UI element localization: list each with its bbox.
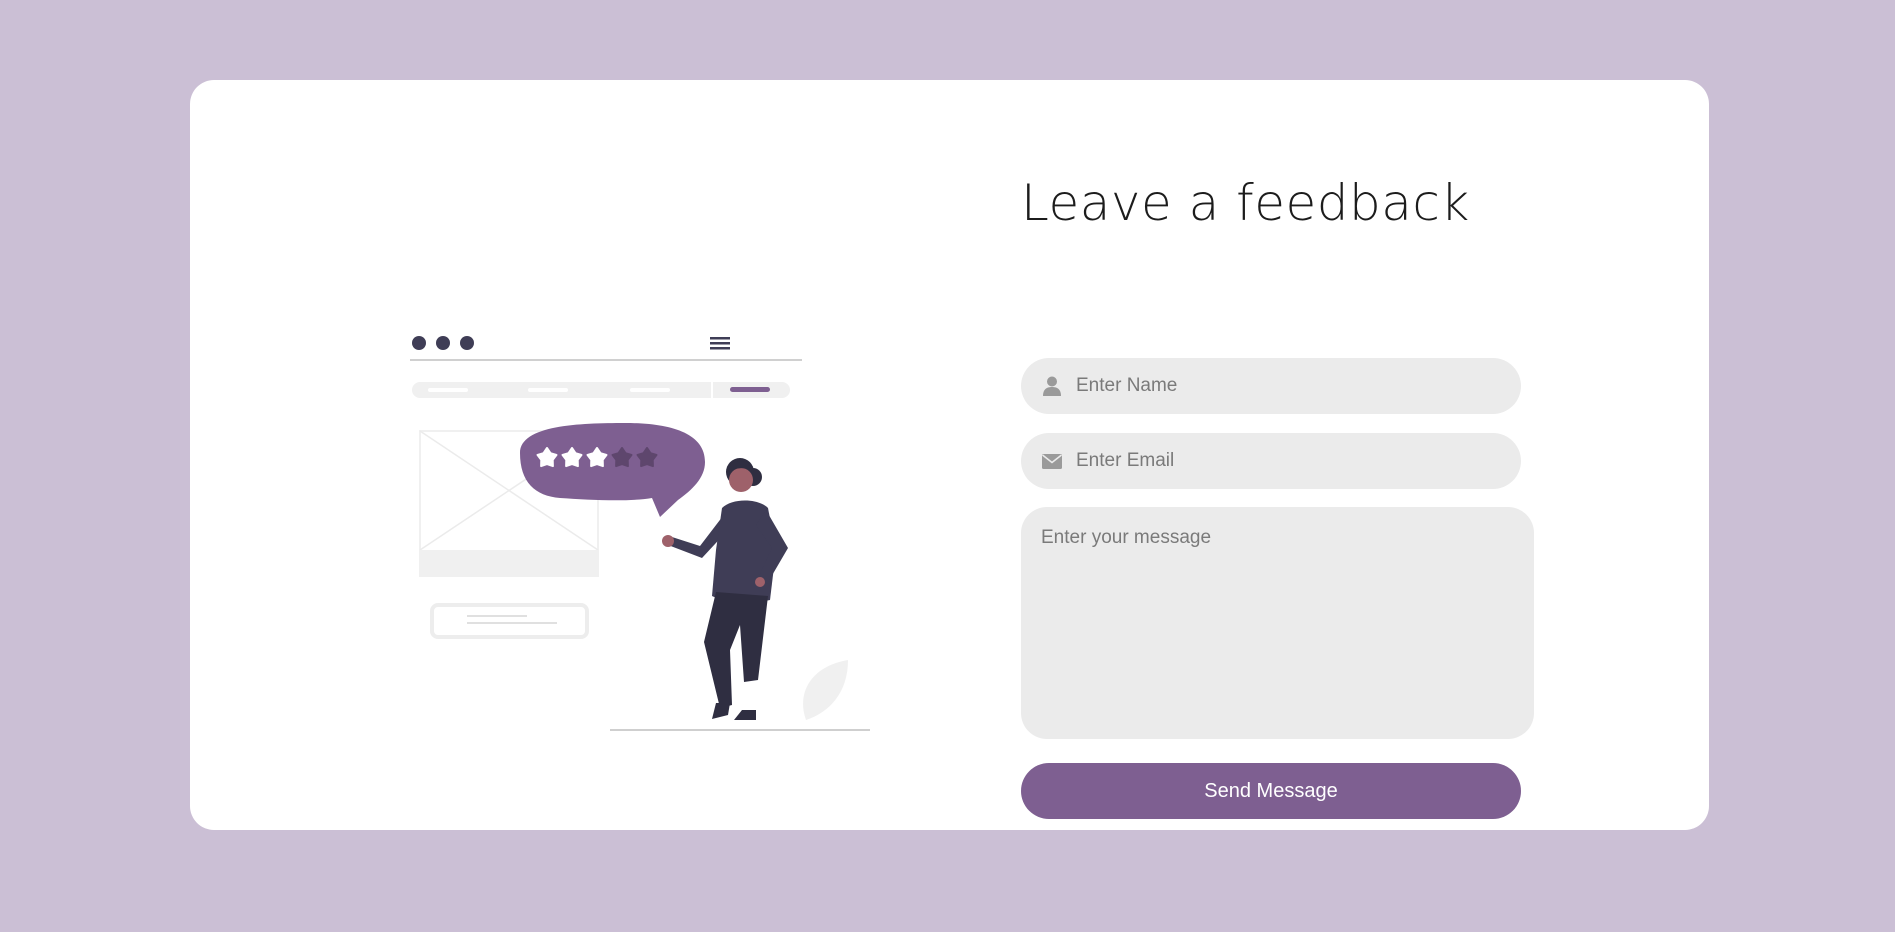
feedback-illustration [410, 320, 874, 740]
email-input[interactable] [1074, 449, 1498, 473]
email-field[interactable] [1021, 433, 1521, 489]
window-dots [412, 336, 474, 350]
button-placeholder [430, 603, 589, 639]
envelope-icon [1041, 450, 1063, 472]
feedback-form: Leave a feedback Send Message [1021, 174, 1541, 819]
name-field[interactable] [1021, 358, 1521, 414]
name-input[interactable] [1074, 374, 1498, 398]
plant-leaf [803, 660, 848, 720]
send-message-button[interactable]: Send Message [1021, 763, 1521, 819]
mock-nav-bar [412, 382, 790, 398]
message-textarea[interactable] [1021, 507, 1534, 739]
user-icon [1041, 375, 1063, 397]
feedback-card: Leave a feedback Send Message [190, 80, 1709, 830]
page-title: Leave a feedback [1021, 174, 1470, 232]
hamburger-menu-icon [710, 337, 730, 350]
